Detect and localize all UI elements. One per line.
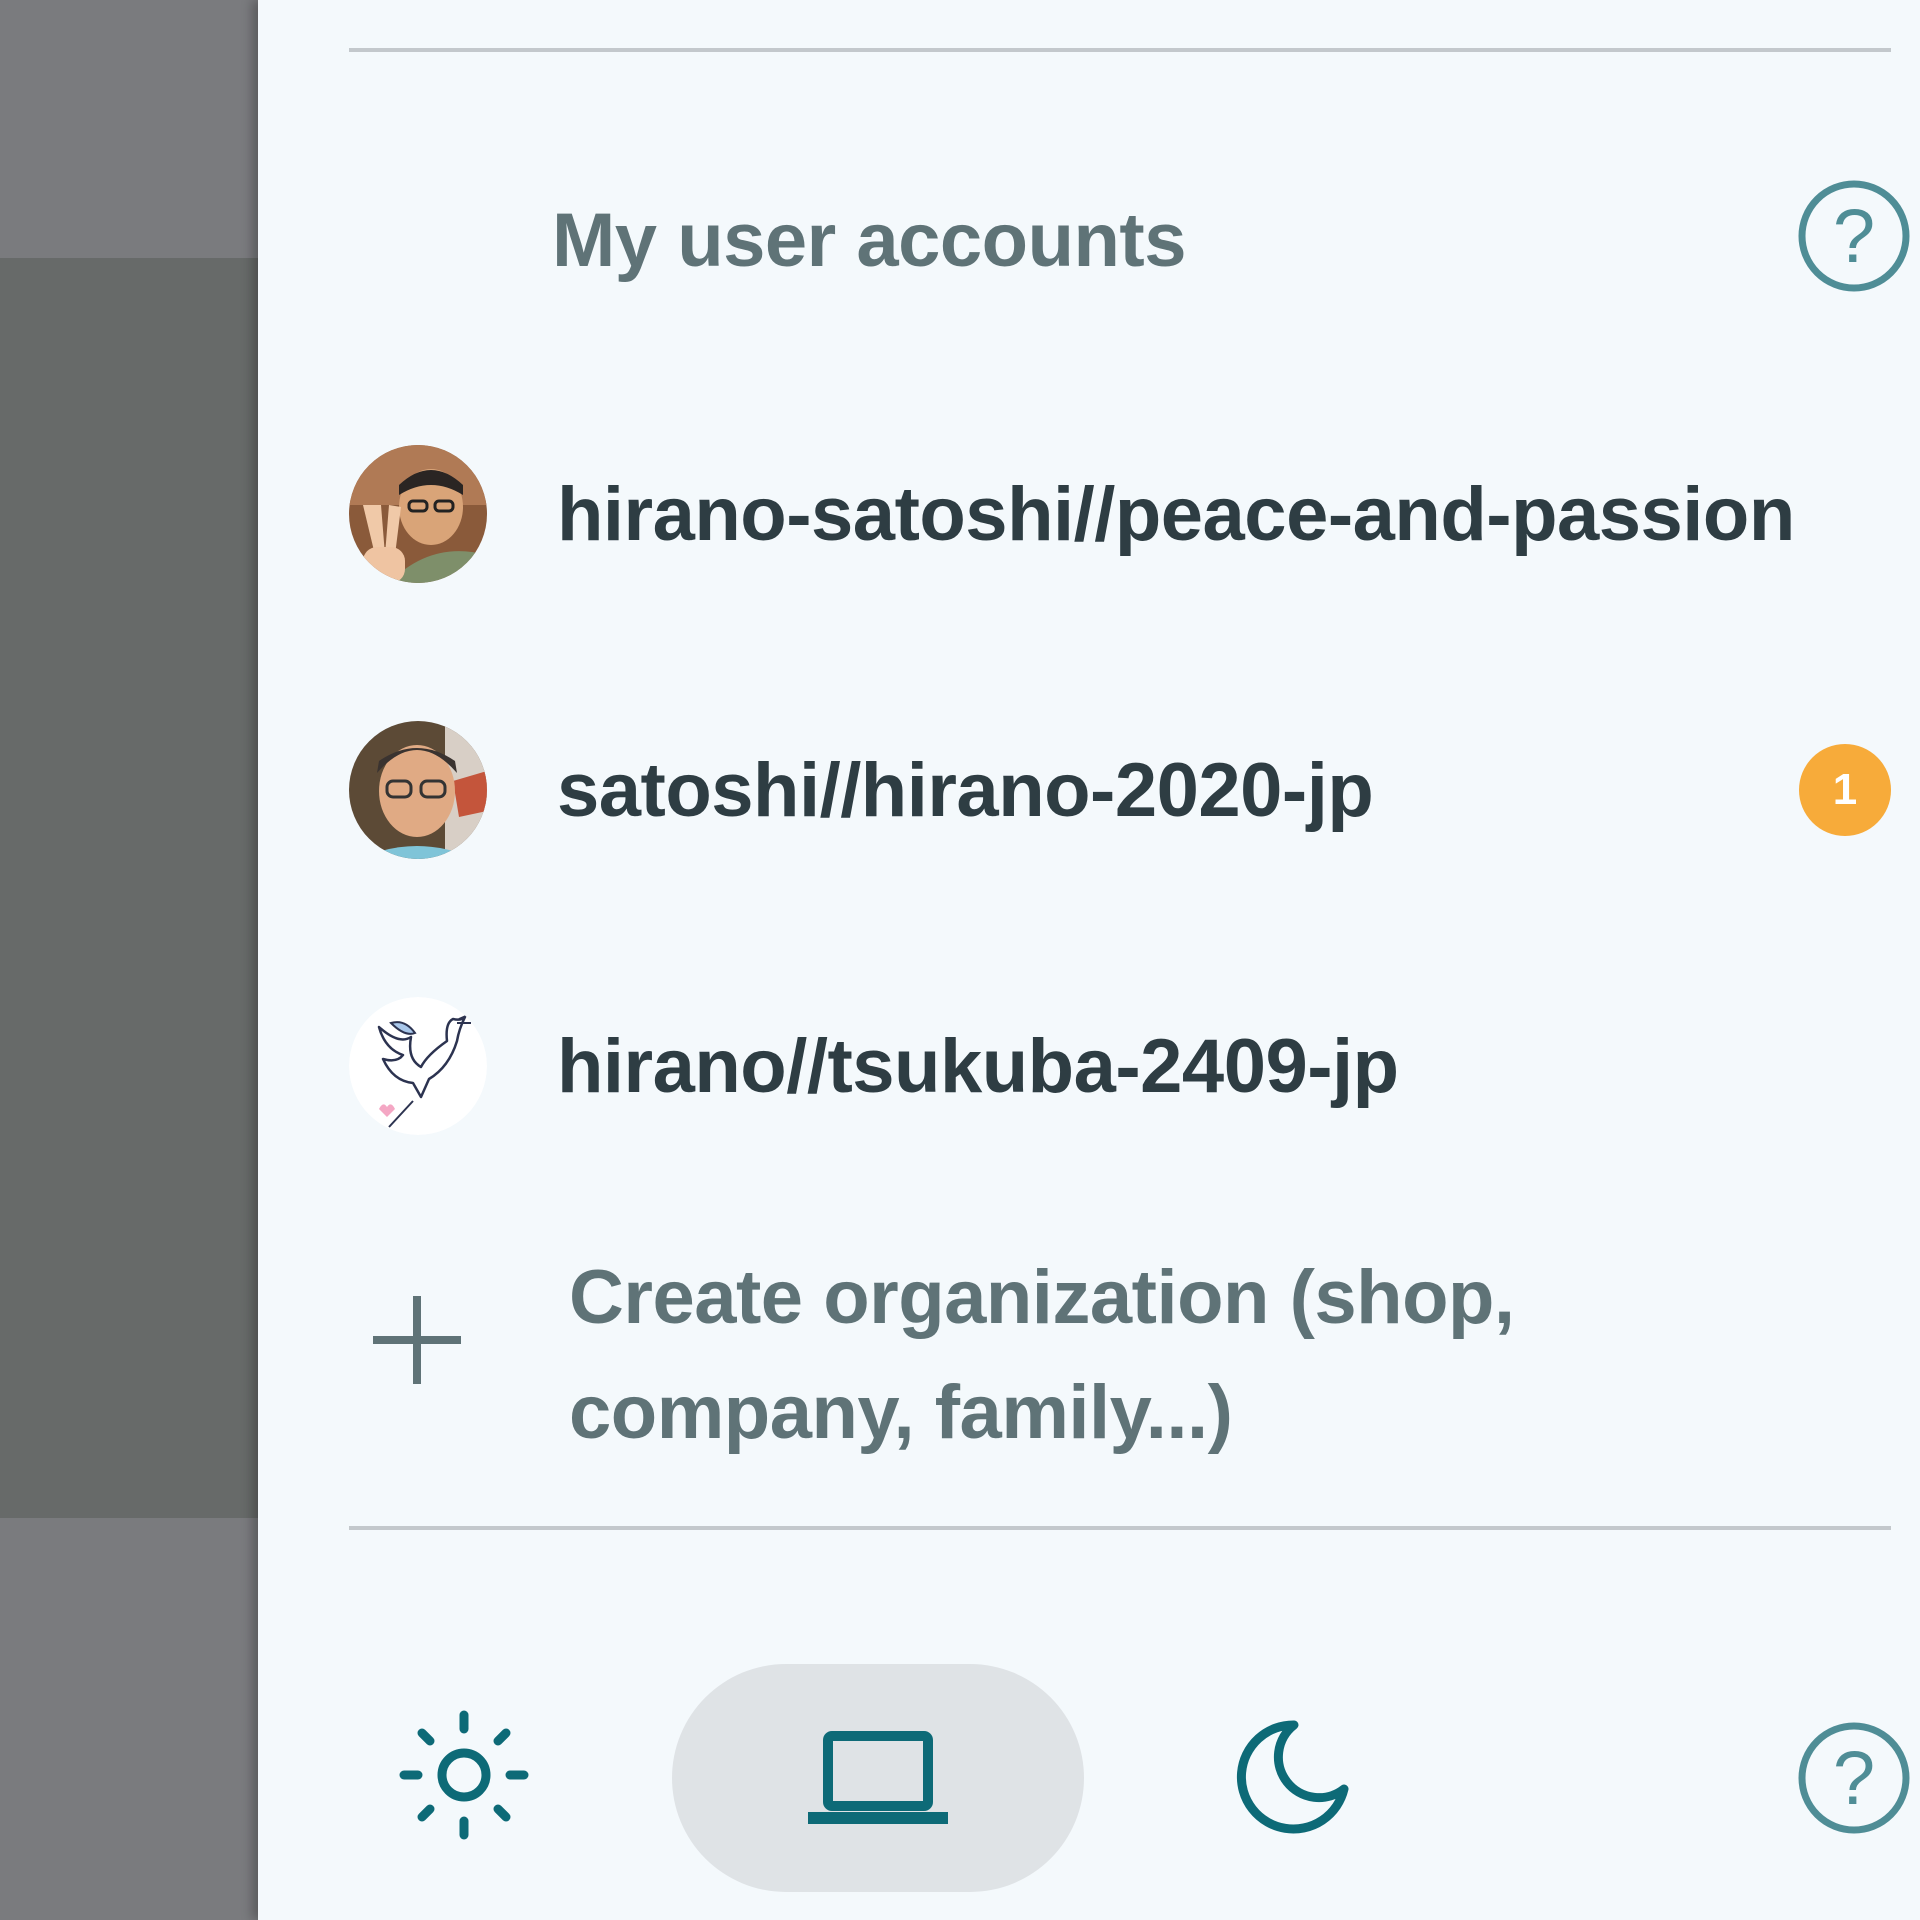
plus-icon — [373, 1296, 461, 1384]
account-name: hirano//tsukuba-2409-jp — [557, 1023, 1399, 1109]
question-circle-icon: ? — [1798, 1722, 1910, 1834]
avatar — [349, 721, 487, 859]
sun-icon — [399, 1710, 529, 1840]
svg-text:?: ? — [1833, 194, 1875, 279]
laptop-icon — [808, 1731, 948, 1824]
divider-top — [349, 48, 1891, 52]
account-drawer — [258, 0, 1920, 1920]
section-title: My user accounts — [552, 198, 1187, 283]
question-circle-icon: ? — [1798, 180, 1910, 292]
moon-icon — [1236, 1720, 1349, 1834]
account-item-tsukuba-2409-jp[interactable]: hirano//tsukuba-2409-jp — [349, 996, 1909, 1136]
avatar — [349, 997, 487, 1135]
svg-text:?: ? — [1833, 1736, 1875, 1821]
user-photo-avatar — [349, 445, 487, 583]
avatar — [349, 445, 487, 583]
user-photo-avatar — [349, 721, 487, 859]
help-button-theme[interactable]: ? — [1798, 1722, 1910, 1834]
divider-bottom — [349, 1526, 1891, 1530]
help-button-accounts[interactable]: ? — [1798, 180, 1910, 292]
account-name: satoshi//hirano-2020-jp — [557, 747, 1374, 833]
account-item-peace-and-passion[interactable]: hirano-satoshi//peace-and-passion — [349, 444, 1909, 584]
theme-light-button[interactable] — [394, 1705, 534, 1845]
account-item-hirano-2020-jp[interactable]: satoshi//hirano-2020-jp 1 — [349, 720, 1909, 860]
create-organization-button[interactable]: Create organization (shop, company, fami… — [349, 1240, 1649, 1455]
theme-system-button[interactable] — [672, 1664, 1084, 1892]
backdrop-overlay-content[interactable] — [0, 258, 258, 1518]
notification-badge: 1 — [1799, 744, 1891, 836]
backdrop-overlay-bottom[interactable] — [0, 1518, 258, 1920]
create-organization-label: Create organization (shop, company, fami… — [569, 1255, 1515, 1455]
dove-logo-avatar — [349, 997, 487, 1135]
theme-dark-button[interactable] — [1222, 1705, 1362, 1845]
backdrop-overlay-top[interactable] — [0, 0, 258, 258]
account-name: hirano-satoshi//peace-and-passion — [557, 471, 1795, 557]
